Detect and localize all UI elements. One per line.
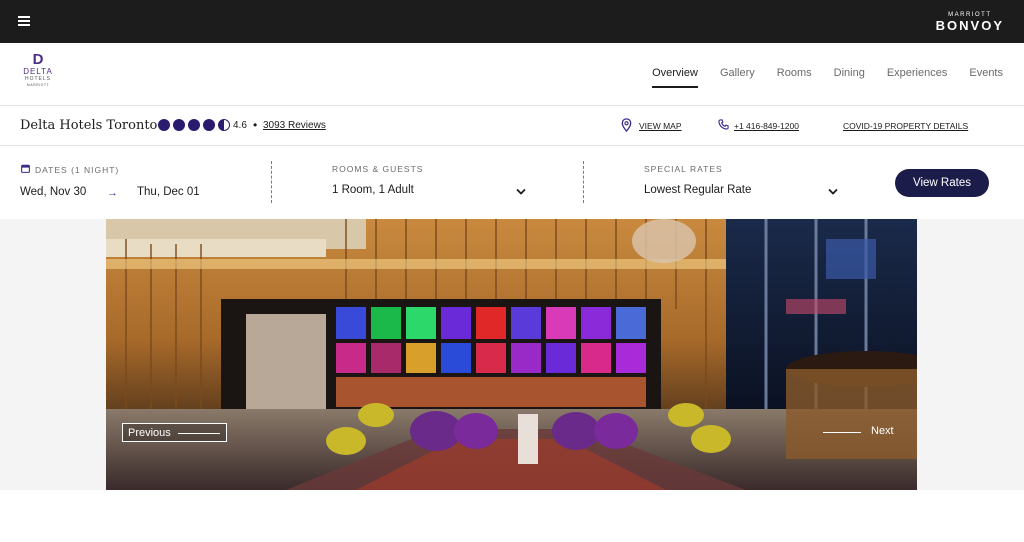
reviews-link[interactable]: 3093 Reviews <box>263 120 326 131</box>
delta-word: DELTA <box>23 67 53 76</box>
next-line <box>823 432 861 433</box>
check-out-date[interactable]: Thu, Dec 01 <box>137 186 200 198</box>
nav-tabs: Overview Gallery Rooms Dining Experience… <box>630 67 1003 88</box>
chevron-down-icon[interactable] <box>828 188 838 195</box>
delta-mark: D <box>32 51 44 68</box>
check-in-date[interactable]: Wed, Nov 30 <box>20 186 86 198</box>
tab-rooms[interactable]: Rooms <box>777 67 812 79</box>
carousel-next-button[interactable]: Next <box>823 425 898 440</box>
view-rates-button[interactable]: View Rates <box>895 169 989 197</box>
page-bottom-area <box>0 490 1024 542</box>
next-label: Next <box>871 425 894 437</box>
covid-details-link[interactable]: COVID-19 PROPERTY DETAILS <box>843 121 968 131</box>
hero-carousel: Previous Next <box>0 219 1024 490</box>
tab-events[interactable]: Events <box>969 67 1003 79</box>
top-bar: MARRIOTT BONVOY <box>0 0 1024 43</box>
date-arrow-icon: → <box>107 187 118 199</box>
lobby-photo <box>106 219 917 490</box>
section-divider <box>271 161 272 203</box>
tab-experiences[interactable]: Experiences <box>887 67 948 79</box>
chevron-down-icon[interactable] <box>516 188 526 195</box>
view-map-link[interactable]: VIEW MAP <box>639 121 682 131</box>
hotel-name: Delta Hotels Toronto <box>20 118 158 133</box>
delta-hotels-logo[interactable]: D DELTA HOTELS MARRIOTT <box>20 51 56 88</box>
rating-value: 4.6 <box>233 120 247 131</box>
booking-bar: DATES (1 NIGHT) Wed, Nov 30 → Thu, Dec 0… <box>0 146 1024 219</box>
section-divider <box>583 161 584 203</box>
rating-dots <box>158 119 230 131</box>
tab-overview[interactable]: Overview <box>652 67 698 88</box>
marriott-bonvoy-logo[interactable]: MARRIOTT BONVOY <box>936 11 1004 32</box>
previous-label: Previous <box>128 426 171 439</box>
calendar-icon <box>21 164 30 173</box>
hamburger-menu-icon[interactable] <box>18 16 30 26</box>
dates-label: DATES (1 NIGHT) <box>35 165 120 175</box>
rating-dot-full <box>203 119 215 131</box>
rating-dot-full <box>158 119 170 131</box>
hero-image <box>106 219 917 490</box>
special-rates-label: SPECIAL RATES <box>644 164 723 174</box>
map-pin-icon <box>621 118 632 132</box>
brand-big: BONVOY <box>935 18 1004 33</box>
separator-bullet: • <box>253 118 258 132</box>
previous-line <box>178 433 220 434</box>
property-nav: D DELTA HOTELS MARRIOTT Overview Gallery… <box>0 43 1024 106</box>
rating-dot-full <box>173 119 185 131</box>
rooms-guests-label: ROOMS & GUESTS <box>332 164 424 174</box>
tab-gallery[interactable]: Gallery <box>720 67 755 79</box>
phone-icon <box>718 119 729 130</box>
delta-parent: MARRIOTT <box>26 83 50 87</box>
rating-dot-half <box>218 119 230 131</box>
carousel-previous-button[interactable]: Previous <box>122 423 227 442</box>
special-rates-select[interactable]: Lowest Regular Rate <box>644 184 751 196</box>
phone-link[interactable]: +1 416-849-1200 <box>734 121 799 131</box>
hotel-info-bar: Delta Hotels Toronto 4.6 • 3093 Reviews … <box>0 106 1024 146</box>
rating-dot-full <box>188 119 200 131</box>
tab-dining[interactable]: Dining <box>834 67 865 79</box>
rooms-guests-select[interactable]: 1 Room, 1 Adult <box>332 184 414 196</box>
